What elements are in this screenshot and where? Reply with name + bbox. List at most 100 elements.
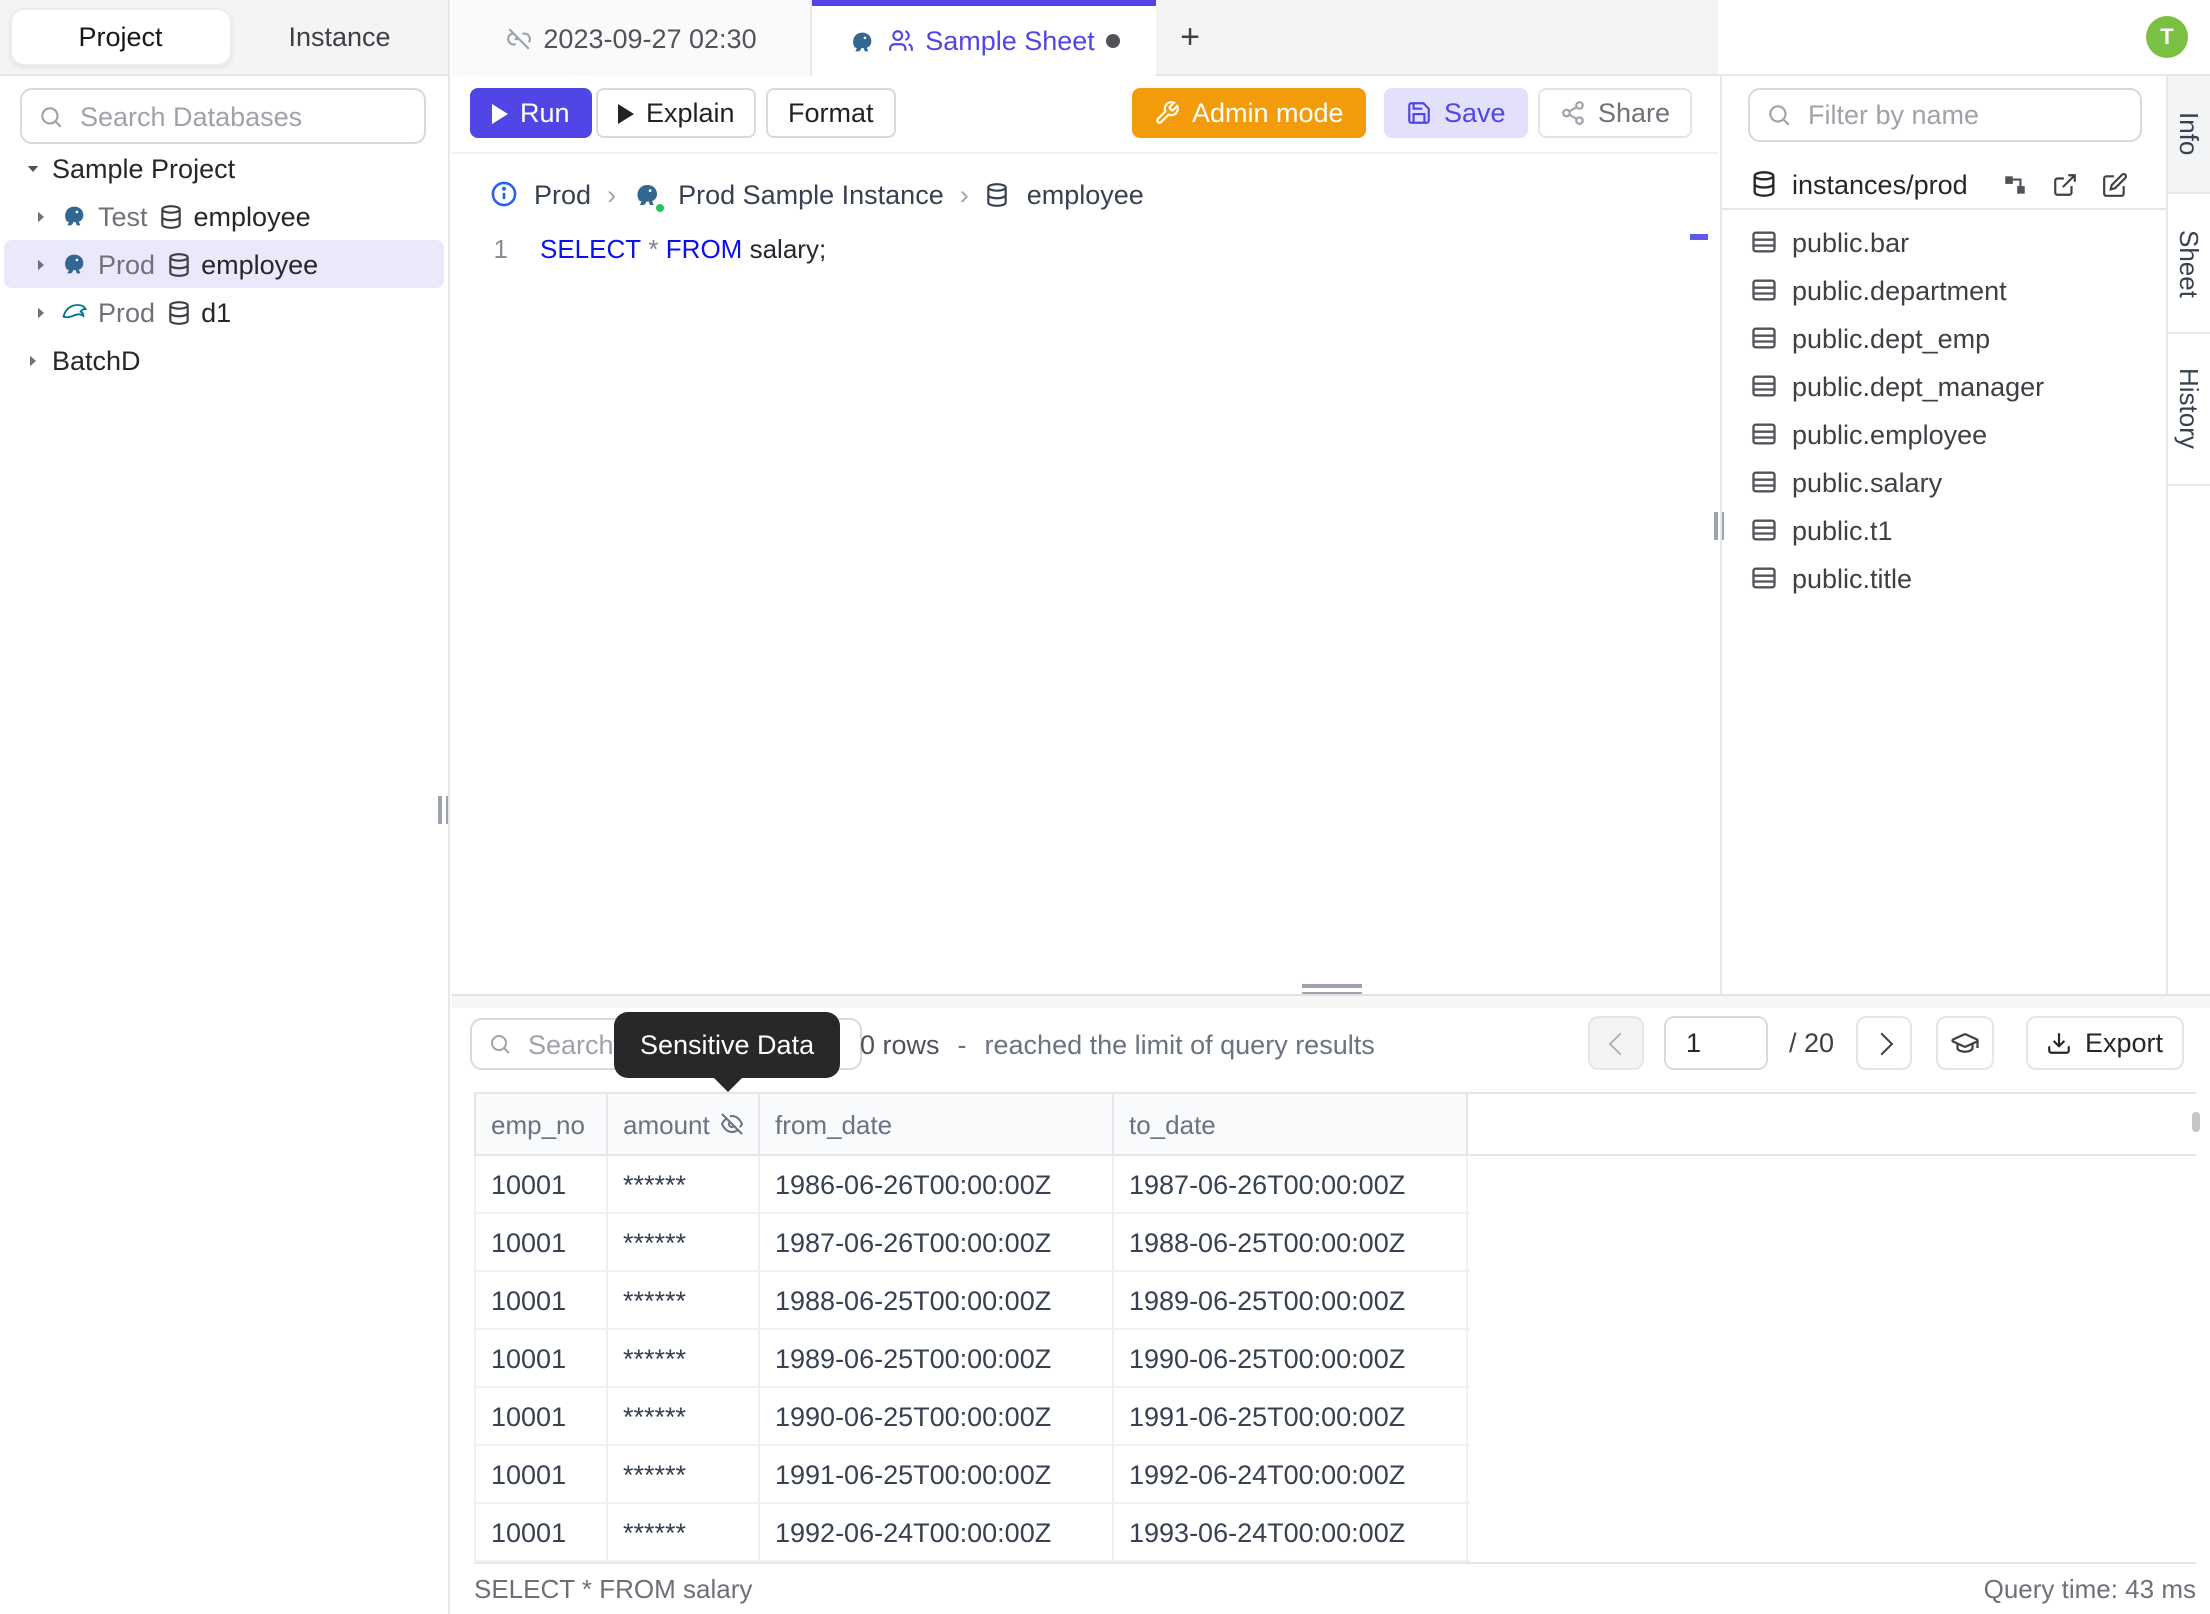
column-header-amount[interactable]: amount bbox=[607, 1094, 759, 1154]
connection-row[interactable]: instances/prod bbox=[1722, 160, 2166, 208]
cell-to-date[interactable]: 1992-06-24T00:00:00Z bbox=[1113, 1446, 1467, 1502]
cell-from-date[interactable]: 1986-06-26T00:00:00Z bbox=[759, 1156, 1113, 1212]
cell-from-date[interactable]: 1992-06-24T00:00:00Z bbox=[759, 1504, 1113, 1560]
tab-info[interactable]: Info bbox=[2168, 76, 2210, 194]
format-button[interactable]: Format bbox=[766, 88, 896, 138]
cell-to-date[interactable]: 1988-06-25T00:00:00Z bbox=[1113, 1214, 1467, 1270]
info-icon[interactable] bbox=[490, 180, 518, 208]
external-link-icon[interactable] bbox=[2052, 171, 2078, 197]
results-scrollbar[interactable] bbox=[2192, 1112, 2200, 1132]
cube-button[interactable] bbox=[1936, 1016, 1994, 1070]
cell-from-date[interactable]: 1991-06-25T00:00:00Z bbox=[759, 1446, 1113, 1502]
table-row[interactable]: 10001 ****** 1986-06-26T00:00:00Z 1987-0… bbox=[475, 1156, 1469, 1214]
table-row[interactable]: 10001 ****** 1990-06-25T00:00:00Z 1991-0… bbox=[475, 1388, 1469, 1446]
sheet-tab-sample-sheet[interactable]: Sample Sheet bbox=[812, 0, 1156, 76]
cell-from-date[interactable]: 1987-06-26T00:00:00Z bbox=[759, 1214, 1113, 1270]
results-resize-handle[interactable] bbox=[1302, 984, 1362, 994]
tree-item-batchd[interactable]: BatchD bbox=[0, 336, 448, 384]
cell-amount-masked[interactable]: ****** bbox=[607, 1330, 759, 1386]
export-button[interactable]: Export bbox=[2026, 1016, 2184, 1070]
search-databases-input[interactable] bbox=[76, 99, 408, 133]
tab-project[interactable]: Project bbox=[10, 8, 231, 66]
cell-to-date[interactable]: 1987-06-26T00:00:00Z bbox=[1113, 1156, 1467, 1212]
edit-icon[interactable] bbox=[2102, 171, 2128, 197]
tree-item-prod-d1[interactable]: Prod d1 bbox=[0, 288, 448, 336]
tree-item-test-employee[interactable]: Test employee bbox=[0, 192, 448, 240]
eye-off-icon bbox=[720, 1112, 744, 1136]
table-list-item[interactable]: public.bar bbox=[1722, 218, 2166, 266]
schema-diagram-icon[interactable] bbox=[2002, 171, 2028, 197]
table-list-item[interactable]: public.dept_emp bbox=[1722, 314, 2166, 362]
table-list: public.bar public.department public.dept… bbox=[1722, 218, 2166, 602]
admin-mode-label: Admin mode bbox=[1192, 98, 1344, 128]
cell-amount-masked[interactable]: ****** bbox=[607, 1272, 759, 1328]
table-filter[interactable] bbox=[1748, 88, 2142, 142]
results-splitter[interactable] bbox=[452, 994, 2210, 1008]
breadcrumb-database[interactable]: employee bbox=[1027, 179, 1144, 209]
schema-panel-resize-handle[interactable] bbox=[1714, 512, 1726, 540]
column-header-from-date[interactable]: from_date bbox=[759, 1094, 1113, 1154]
caret-right-icon[interactable] bbox=[32, 207, 50, 225]
cell-from-date[interactable]: 1989-06-25T00:00:00Z bbox=[759, 1330, 1113, 1386]
tree-item-prod-employee[interactable]: Prod employee bbox=[4, 240, 444, 288]
table-row[interactable]: 10001 ****** 1991-06-25T00:00:00Z 1992-0… bbox=[475, 1446, 1469, 1504]
caret-right-icon[interactable] bbox=[32, 255, 50, 273]
tree-item-sample-project[interactable]: Sample Project bbox=[0, 144, 448, 192]
table-name: public.dept_manager bbox=[1792, 371, 2045, 401]
page-number-input[interactable] bbox=[1664, 1016, 1768, 1070]
share-button[interactable]: Share bbox=[1538, 88, 1693, 138]
breadcrumb-instance[interactable]: Prod Sample Instance bbox=[678, 179, 944, 209]
explain-button[interactable]: Explain bbox=[596, 88, 757, 138]
table-list-item[interactable]: public.t1 bbox=[1722, 506, 2166, 554]
table-row[interactable]: 10001 ****** 1988-06-25T00:00:00Z 1989-0… bbox=[475, 1272, 1469, 1330]
table-list-item[interactable]: public.salary bbox=[1722, 458, 2166, 506]
cell-to-date[interactable]: 1991-06-25T00:00:00Z bbox=[1113, 1388, 1467, 1444]
filter-by-name-input[interactable] bbox=[1804, 98, 2124, 132]
sql-editor[interactable]: Prod › Prod Sample Instance › employee 1… bbox=[452, 154, 1718, 994]
tab-sheet[interactable]: Sheet bbox=[2168, 194, 2210, 334]
cell-emp-no[interactable]: 10001 bbox=[475, 1272, 607, 1328]
cell-to-date[interactable]: 1990-06-25T00:00:00Z bbox=[1113, 1330, 1467, 1386]
cell-to-date[interactable]: 1993-06-24T00:00:00Z bbox=[1113, 1504, 1467, 1560]
prev-page-button[interactable] bbox=[1588, 1016, 1644, 1070]
cell-from-date[interactable]: 1990-06-25T00:00:00Z bbox=[759, 1388, 1113, 1444]
save-button[interactable]: Save bbox=[1384, 88, 1528, 138]
cell-amount-masked[interactable]: ****** bbox=[607, 1214, 759, 1270]
breadcrumb-environment[interactable]: Prod bbox=[534, 179, 591, 209]
cell-emp-no[interactable]: 10001 bbox=[475, 1330, 607, 1386]
cell-to-date[interactable]: 1989-06-25T00:00:00Z bbox=[1113, 1272, 1467, 1328]
user-avatar[interactable]: T bbox=[2146, 16, 2188, 58]
column-header-to-date[interactable]: to_date bbox=[1113, 1094, 1467, 1154]
tab-history[interactable]: History bbox=[2168, 334, 2210, 486]
code-line-1[interactable]: 1 SELECT * FROM salary; bbox=[452, 234, 1718, 272]
caret-right-icon[interactable] bbox=[32, 303, 50, 321]
table-list-item[interactable]: public.department bbox=[1722, 266, 2166, 314]
cell-emp-no[interactable]: 10001 bbox=[475, 1156, 607, 1212]
cell-emp-no[interactable]: 10001 bbox=[475, 1504, 607, 1560]
admin-mode-button[interactable]: Admin mode bbox=[1132, 88, 1366, 138]
table-row[interactable]: 10001 ****** 1989-06-25T00:00:00Z 1990-0… bbox=[475, 1330, 1469, 1388]
new-tab-button[interactable]: + bbox=[1156, 0, 1224, 76]
next-page-button[interactable] bbox=[1856, 1016, 1912, 1070]
cell-emp-no[interactable]: 10001 bbox=[475, 1214, 607, 1270]
cell-emp-no[interactable]: 10001 bbox=[475, 1388, 607, 1444]
table-row[interactable]: 10001 ****** 1987-06-26T00:00:00Z 1988-0… bbox=[475, 1214, 1469, 1272]
table-list-item[interactable]: public.employee bbox=[1722, 410, 2166, 458]
cell-from-date[interactable]: 1988-06-25T00:00:00Z bbox=[759, 1272, 1113, 1328]
column-header-emp-no[interactable]: emp_no bbox=[475, 1094, 607, 1154]
table-row[interactable]: 10001 ****** 1992-06-24T00:00:00Z 1993-0… bbox=[475, 1504, 1469, 1562]
cell-amount-masked[interactable]: ****** bbox=[607, 1446, 759, 1502]
cell-amount-masked[interactable]: ****** bbox=[607, 1388, 759, 1444]
cell-amount-masked[interactable]: ****** bbox=[607, 1504, 759, 1560]
table-list-item[interactable]: public.title bbox=[1722, 554, 2166, 602]
cell-amount-masked[interactable]: ****** bbox=[607, 1156, 759, 1212]
sheet-tab-bar: 2023-09-27 02:30 Sample Sheet + bbox=[452, 0, 1718, 76]
cell-emp-no[interactable]: 10001 bbox=[475, 1446, 607, 1502]
caret-right-icon[interactable] bbox=[24, 351, 42, 369]
tab-instance[interactable]: Instance bbox=[231, 8, 448, 66]
run-button[interactable]: Run bbox=[470, 88, 592, 138]
sidebar-resize-handle[interactable] bbox=[438, 796, 450, 824]
database-search[interactable] bbox=[20, 88, 426, 144]
table-list-item[interactable]: public.dept_manager bbox=[1722, 362, 2166, 410]
sheet-tab-unsaved[interactable]: 2023-09-27 02:30 bbox=[452, 0, 812, 76]
